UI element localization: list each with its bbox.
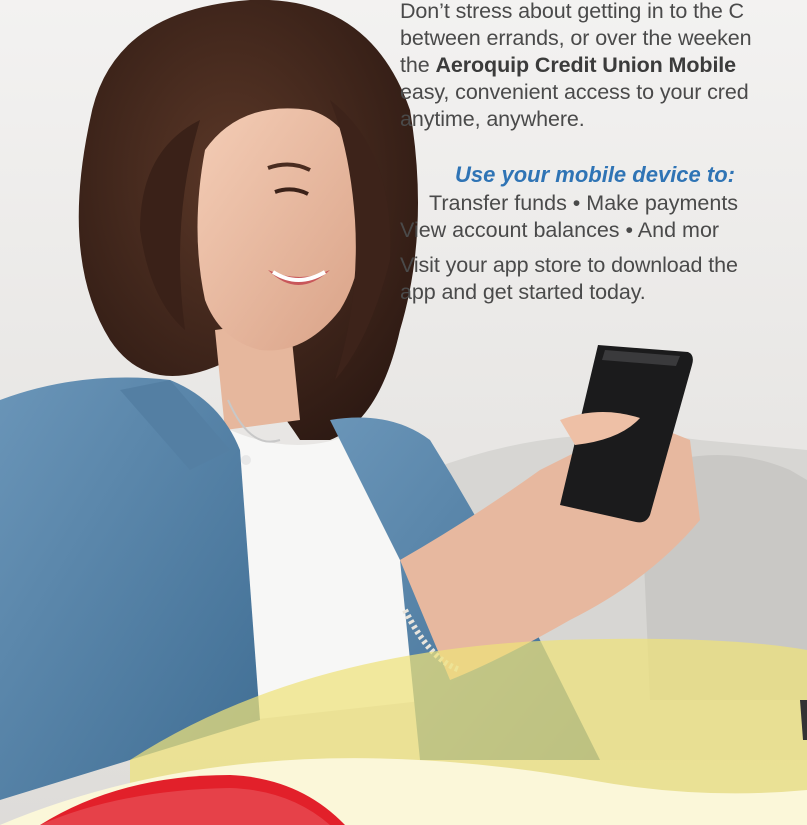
intro-line-1: Don’t stress about getting in to the C bbox=[400, 0, 744, 23]
brand-name: Aeroquip Credit Union Mobile bbox=[435, 53, 737, 77]
features-line-1: Transfer funds • Make payments bbox=[429, 191, 739, 215]
outro-line-2: app and get started today. bbox=[400, 280, 646, 304]
pendant bbox=[241, 455, 251, 465]
intro-line-3-prefix: the bbox=[400, 53, 436, 77]
outro-paragraph: Visit your app store to download the app… bbox=[400, 252, 807, 306]
intro-paragraph: Don’t stress about getting in to the C b… bbox=[400, 0, 807, 133]
intro-line-2: between errands, or over the weeken bbox=[400, 26, 752, 50]
intro-line-4: easy, convenient access to your cred bbox=[400, 80, 749, 104]
features-line-2: View account balances • And mor bbox=[400, 218, 720, 242]
outro-line-1: Visit your app store to download the bbox=[400, 253, 738, 277]
intro-line-5: anytime, anywhere. bbox=[400, 107, 585, 131]
features-heading: Use your mobile device to: bbox=[455, 162, 735, 187]
